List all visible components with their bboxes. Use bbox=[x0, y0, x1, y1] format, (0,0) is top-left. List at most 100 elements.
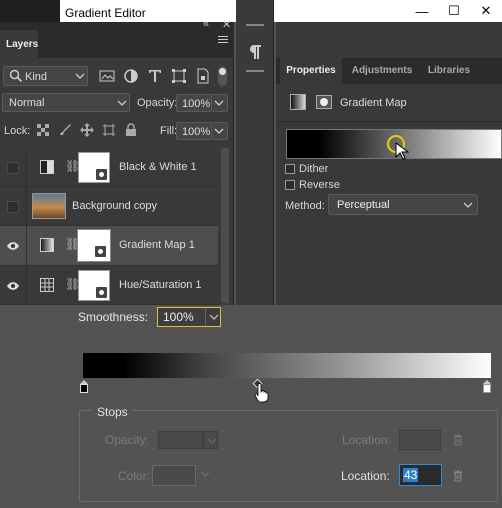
reverse-label: Reverse bbox=[299, 179, 340, 191]
visibility-toggle[interactable] bbox=[0, 148, 27, 187]
layer-row[interactable]: Background copy bbox=[0, 187, 218, 226]
layer-mask-thumbnail[interactable] bbox=[78, 270, 110, 301]
search-icon bbox=[9, 69, 23, 86]
black-white-adjustment-icon bbox=[40, 160, 54, 174]
gradient-preview[interactable] bbox=[286, 129, 502, 160]
blend-mode-select[interactable]: Normal bbox=[2, 93, 130, 112]
hand-cursor-icon bbox=[253, 383, 269, 406]
eye-icon bbox=[7, 241, 19, 250]
lock-position-icon[interactable] bbox=[80, 123, 94, 137]
color-location-label: Location: bbox=[341, 469, 390, 483]
layer-name: Background copy bbox=[72, 200, 157, 212]
eye-icon bbox=[7, 281, 19, 290]
properties-panel: Properties Adjustments Libraries Gradien… bbox=[276, 22, 502, 305]
visibility-toggle[interactable] bbox=[0, 266, 27, 305]
chevron-down-icon bbox=[117, 96, 127, 113]
chevron-down-icon bbox=[463, 198, 473, 215]
trash-icon[interactable] bbox=[453, 434, 463, 446]
properties-title: Gradient Map bbox=[340, 97, 407, 109]
tab-properties[interactable]: Properties bbox=[280, 58, 342, 84]
smoothness-input[interactable]: 100% bbox=[157, 307, 221, 327]
method-select[interactable]: Perceptual bbox=[328, 194, 478, 215]
dock-divider bbox=[246, 70, 264, 72]
gradient-map-icon[interactable] bbox=[290, 94, 306, 110]
stops-label: Stops bbox=[93, 405, 132, 419]
layer-name: Gradient Map 1 bbox=[119, 239, 195, 251]
color-stop-white[interactable] bbox=[483, 380, 491, 393]
lock-pixels-icon[interactable] bbox=[58, 123, 72, 137]
blend-mode-value: Normal bbox=[9, 97, 45, 109]
filter-toggle[interactable] bbox=[218, 66, 227, 86]
stop-opacity-input[interactable] bbox=[158, 431, 203, 449]
opacity-input[interactable]: 100% bbox=[176, 94, 212, 112]
method-label: Method: bbox=[285, 200, 325, 212]
mouse-cursor-icon bbox=[395, 142, 410, 163]
reverse-checkbox[interactable] bbox=[285, 180, 295, 190]
layer-thumbnail bbox=[32, 193, 66, 219]
layer-mask-thumbnail[interactable] bbox=[77, 229, 111, 262]
color-location-value: 43 bbox=[403, 468, 419, 482]
tab-adjustments[interactable]: Adjustments bbox=[344, 58, 420, 84]
opacity-location-input[interactable] bbox=[399, 430, 441, 450]
properties-tabbar: Properties Adjustments Libraries bbox=[276, 58, 502, 84]
stop-color-swatch[interactable] bbox=[152, 465, 196, 486]
lock-all-icon[interactable] bbox=[124, 123, 138, 137]
adjustment-filter-icon[interactable] bbox=[123, 68, 139, 84]
collapse-icon[interactable]: « bbox=[203, 18, 209, 30]
color-stop-black[interactable] bbox=[80, 380, 88, 393]
stop-color-label: Color: bbox=[118, 469, 151, 483]
properties-header: Gradient Map bbox=[276, 84, 502, 122]
chevron-down-icon[interactable] bbox=[205, 308, 220, 326]
trash-icon[interactable] bbox=[453, 470, 463, 482]
tab-libraries[interactable]: Libraries bbox=[420, 58, 478, 84]
mask-icon[interactable] bbox=[316, 95, 332, 109]
fill-input[interactable]: 100% bbox=[176, 122, 212, 140]
layer-name: Hue/Saturation 1 bbox=[119, 279, 202, 291]
window-title: Gradient Editor bbox=[65, 6, 146, 20]
layer-mask-thumbnail[interactable] bbox=[78, 152, 110, 183]
smoothness-value: 100% bbox=[163, 310, 194, 324]
panel-menu-icon[interactable] bbox=[218, 36, 228, 44]
lock-label: Lock: bbox=[4, 125, 31, 137]
smart-object-filter-icon[interactable] bbox=[195, 68, 211, 84]
dither-label: Dither bbox=[299, 163, 329, 175]
pixel-filter-icon[interactable] bbox=[99, 68, 115, 84]
filter-kind-label: Kind bbox=[25, 71, 48, 83]
window-titlebar: Gradient Editor — ☐ ✕ bbox=[60, 0, 502, 22]
fill-label: Fill: bbox=[160, 125, 178, 137]
layer-row[interactable]: ⛓ Black & White 1 bbox=[0, 148, 218, 187]
filter-kind-select[interactable]: Kind bbox=[3, 66, 88, 86]
lock-transparency-icon[interactable] bbox=[36, 123, 50, 137]
type-filter-icon[interactable] bbox=[147, 68, 163, 84]
visibility-toggle[interactable] bbox=[0, 226, 27, 265]
dither-checkbox[interactable] bbox=[285, 164, 295, 174]
dock-divider bbox=[246, 24, 264, 26]
color-location-input[interactable]: 43 bbox=[399, 464, 442, 486]
opacity-label: Opacity: bbox=[137, 97, 178, 109]
maximize-button[interactable]: ☐ bbox=[438, 0, 470, 22]
stop-opacity-label: Opacity: bbox=[105, 433, 150, 447]
gradient-map-adjustment-icon bbox=[40, 238, 54, 252]
gradient-bar[interactable] bbox=[83, 353, 491, 378]
chevron-down-icon[interactable] bbox=[200, 468, 210, 482]
hue-saturation-adjustment-icon bbox=[40, 278, 54, 292]
lock-artboard-icon[interactable] bbox=[102, 123, 116, 137]
smoothness-label: Smoothness: bbox=[78, 310, 149, 324]
shape-filter-icon[interactable] bbox=[171, 68, 187, 84]
layers-panel: Layers « ✕ Kind Normal Opacity: 100% Loc… bbox=[0, 18, 234, 305]
paragraph-icon[interactable] bbox=[248, 44, 262, 60]
fill-dropdown[interactable] bbox=[212, 122, 228, 140]
opacity-dropdown[interactable] bbox=[212, 94, 228, 112]
panel-dock-column bbox=[236, 0, 274, 305]
close-button[interactable]: ✕ bbox=[470, 0, 502, 22]
layer-row-selected[interactable]: ⛓ Gradient Map 1 bbox=[0, 226, 218, 266]
layer-row[interactable]: ⛓ Hue/Saturation 1 bbox=[0, 266, 218, 305]
layers-scrollbar[interactable] bbox=[220, 148, 230, 305]
chevron-down-icon[interactable] bbox=[203, 431, 218, 449]
close-icon[interactable]: ✕ bbox=[222, 18, 231, 31]
chevron-down-icon bbox=[75, 69, 85, 86]
visibility-toggle[interactable] bbox=[0, 187, 27, 226]
tab-layers[interactable]: Layers bbox=[0, 30, 38, 58]
layer-name: Black & White 1 bbox=[119, 161, 197, 173]
minimize-button[interactable]: — bbox=[406, 0, 438, 22]
